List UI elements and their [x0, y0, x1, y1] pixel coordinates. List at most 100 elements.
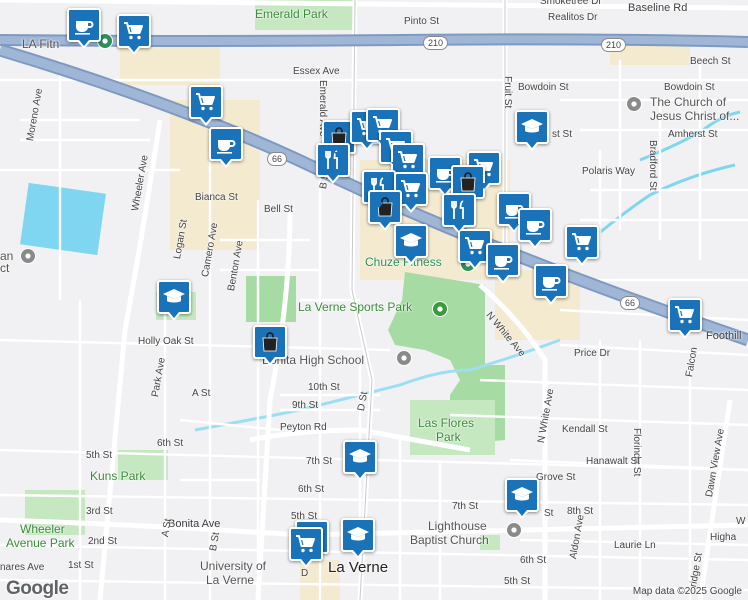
label-bowdoin-st-1: Bowdoin St: [518, 82, 569, 93]
marker-m4[interactable]: [209, 127, 243, 168]
label-6th-st-1: 6th St: [157, 438, 184, 449]
label-wheeler-park-2: Avenue Park: [6, 536, 75, 550]
label-7th-st-1: 7th St: [306, 456, 333, 467]
label-lighthouse-1: Lighthouse: [428, 519, 487, 533]
poi-icon: [401, 355, 407, 361]
cart-icon: [196, 93, 215, 111]
coffee-icon: [75, 21, 94, 35]
label-realitos-dr: Realitos Dr: [548, 12, 598, 23]
route-shield-210: 210: [601, 38, 627, 52]
cart-icon: [398, 151, 417, 169]
poi-church-lighthouse[interactable]: [506, 522, 522, 538]
coffee-icon: [217, 140, 236, 154]
label-nares-ave: nares Ave: [0, 562, 45, 573]
label-amherst-st-1: Amherst St: [668, 129, 718, 140]
label-6th-st-2: 6th St: [298, 484, 325, 495]
label-wheeler-park-1: Wheeler: [20, 522, 65, 536]
label-smoketree-dr: Smoketree Dr: [540, 0, 602, 7]
poi-school-bonita[interactable]: [396, 350, 412, 366]
label-kuns-park: Kuns Park: [90, 469, 146, 483]
label-bowdoin-st-2: Bowdoin St: [664, 82, 715, 93]
poi-church-jesus[interactable]: [626, 96, 642, 112]
label-foothill: Foothill: [706, 330, 742, 342]
label-amherst-st-2: st St: [552, 129, 573, 140]
label-la-fitness: LA Fitn: [22, 37, 60, 51]
label-bell-st: Bell St: [264, 204, 293, 215]
marker-m25[interactable]: [534, 264, 568, 305]
school-icon: [400, 233, 422, 247]
label-florinda-st: Florinda St: [631, 428, 642, 477]
marker-m22[interactable]: [486, 243, 520, 284]
school-icon: [521, 119, 543, 133]
label-las-flores-park-1: Las Flores: [418, 416, 475, 430]
label-las-flores-park-2: Park: [436, 430, 461, 444]
label-baseline-rd: Baseline Rd: [628, 2, 688, 14]
shopping-bag-icon: [460, 172, 476, 192]
label-9th-st: 9th St: [292, 400, 319, 411]
label-ct-fragment: ct: [0, 261, 10, 275]
reservoir: [20, 182, 106, 256]
marker-m26[interactable]: [668, 298, 702, 339]
cart-icon: [572, 233, 591, 251]
label-holly-oak-st: Holly Oak St: [138, 336, 194, 347]
poi-icon: [631, 101, 637, 107]
coffee-icon: [494, 256, 513, 270]
label-5th-st-3: 5th St: [504, 576, 531, 587]
marker-m27[interactable]: [157, 280, 191, 321]
marker-m23[interactable]: [515, 110, 549, 151]
label-5th-st-1: 5th St: [86, 450, 113, 461]
label-a-st-1: A St: [192, 388, 211, 399]
marker-m1[interactable]: [67, 8, 101, 49]
marker-m29[interactable]: [343, 440, 377, 481]
poi-icon: [25, 253, 31, 259]
marker-m24[interactable]: [565, 225, 599, 266]
cart-icon: [675, 306, 694, 324]
marker-m2[interactable]: [117, 14, 151, 55]
label-fruit-st: Fruit St: [502, 76, 513, 109]
cart-icon: [465, 237, 484, 255]
marker-m30[interactable]: [505, 478, 539, 519]
school-icon: [511, 487, 533, 501]
marker-m18[interactable]: [394, 224, 428, 265]
poi-park-sports[interactable]: [432, 301, 448, 317]
label-beech-st: Beech St: [690, 56, 731, 67]
label-grove-st: Grove St: [536, 472, 576, 483]
poi-civic[interactable]: [20, 248, 36, 264]
school-icon: [347, 527, 369, 541]
marker-m8[interactable]: [316, 143, 350, 184]
route-shield-66: 66: [620, 296, 641, 310]
label-kendall-st: Kendall St: [562, 424, 608, 435]
label-emerald-park: Emerald Park: [255, 7, 328, 21]
school-icon: [349, 449, 371, 463]
label-10th-st: 10th St: [308, 382, 340, 393]
marker-m28[interactable]: [253, 325, 287, 366]
marker-m32[interactable]: [289, 527, 323, 568]
label-bradford-st: Bradford St: [647, 140, 658, 191]
label-la-verne-sports-park: La Verne Sports Park: [298, 300, 413, 314]
label-essex-ave: Essex Ave: [293, 66, 340, 77]
label-university-2: La Verne: [206, 573, 255, 587]
label-6th-st-3: 6th St: [520, 555, 547, 566]
label-church-jesus-1: The Church of: [650, 95, 727, 109]
label-higha: Higha: [710, 532, 737, 543]
poi-icon: [511, 527, 517, 533]
marker-m33[interactable]: [341, 518, 375, 559]
label-price-dr: Price Dr: [574, 348, 611, 359]
label-7th-st-2: 7th St: [452, 501, 479, 512]
label-st-fragment: St: [544, 508, 554, 519]
label-la-verne: La Verne: [328, 559, 389, 576]
label-polaris-way: Polaris Way: [582, 166, 635, 177]
marker-m20[interactable]: [518, 208, 552, 249]
marker-m3[interactable]: [189, 85, 223, 126]
route-shield-66: 66: [267, 152, 288, 166]
route-shield-210: 210: [423, 36, 449, 50]
coffee-icon: [542, 277, 561, 291]
map-canvas[interactable]: 210 210 66 66 Emerald Park Pinto St Real…: [0, 0, 748, 600]
label-university-1: University of: [200, 559, 267, 573]
label-pinto-st: Pinto St: [404, 16, 440, 27]
label-2nd-st: 2nd St: [88, 536, 117, 547]
label-bonita-ave: Bonita Ave: [168, 518, 221, 530]
label-laurie-ln: Laurie Ln: [614, 540, 656, 551]
label-3rd-st: 3rd St: [86, 506, 113, 517]
school-icon: [163, 289, 185, 303]
